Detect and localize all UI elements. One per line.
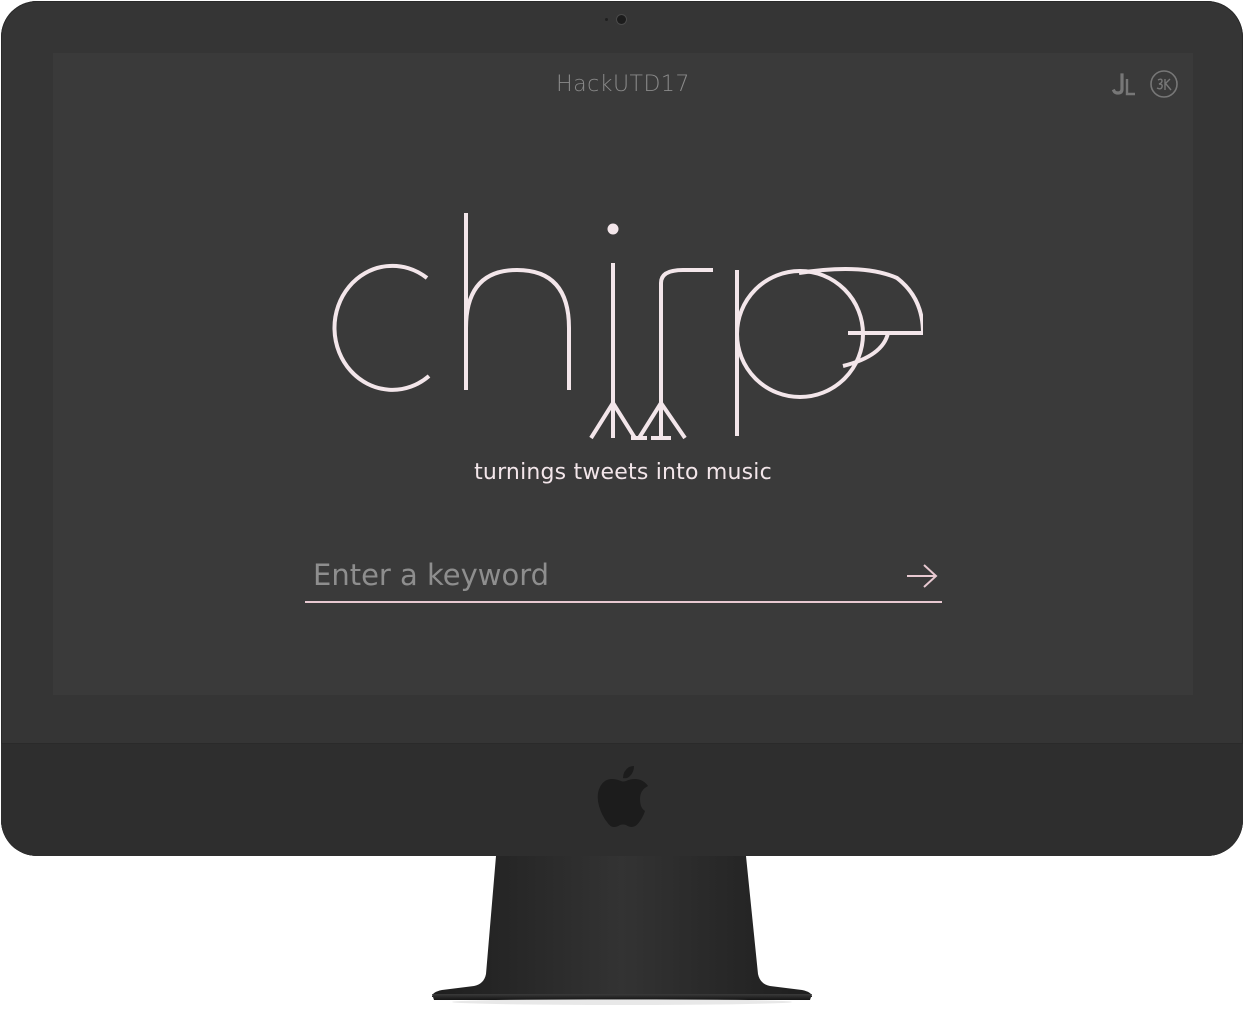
circle-monogram-icon[interactable] [1149,69,1179,99]
monitor-body: HackUTD17 turnings tweets into music Ent… [1,1,1243,856]
webcam [617,15,626,24]
keyword-search [305,551,942,603]
apple-logo-icon [597,766,648,827]
desktop-mockup: HackUTD17 turnings tweets into music Ent… [0,0,1245,1014]
jl-monogram-icon[interactable] [1109,69,1139,99]
keyword-input[interactable] [313,555,883,595]
site-name[interactable]: HackUTD17 [53,72,1193,97]
tagline: turnings tweets into music [474,460,772,485]
chirp-logo [332,213,923,440]
arrow-right-icon[interactable] [904,561,940,591]
sensor-dot [605,18,608,21]
monitor-stand [432,856,812,1005]
header-icons [1109,67,1179,101]
screen: HackUTD17 turnings tweets into music Ent… [53,53,1193,695]
